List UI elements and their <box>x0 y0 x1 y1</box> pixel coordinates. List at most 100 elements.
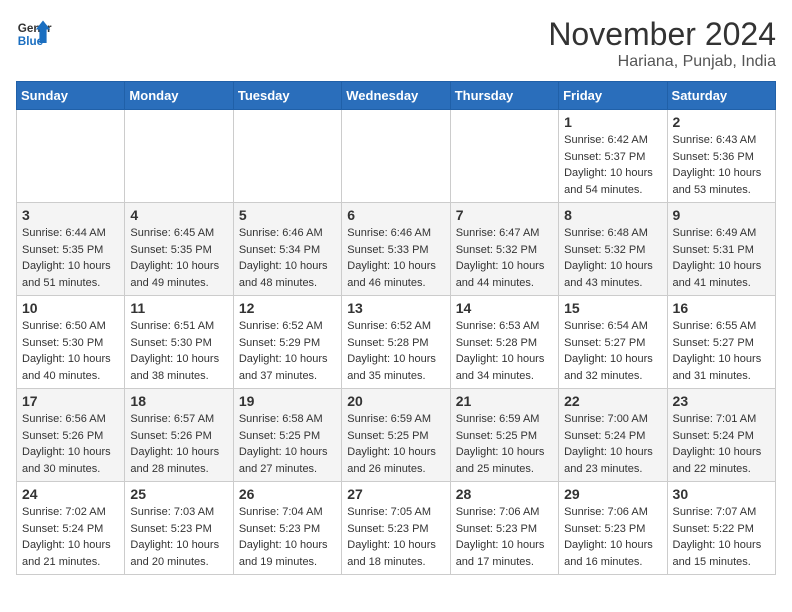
day-number: 28 <box>456 486 553 502</box>
day-number: 30 <box>673 486 770 502</box>
day-cell: 22Sunrise: 7:00 AM Sunset: 5:24 PM Dayli… <box>559 389 667 482</box>
day-cell: 19 Sunrise: 6:58 AM Sunset: 5:25 PM Dayli… <box>233 389 341 482</box>
day-info: Sunrise: 7:02 AM Sunset: 5:24 PM Dayligh… <box>22 504 119 570</box>
day-number: 20 <box>347 393 444 409</box>
day-number: 15 <box>564 300 661 316</box>
header-cell-friday: Friday <box>559 82 667 110</box>
day-info: Sunrise: 7:07 AM Sunset: 5:22 PM Dayligh… <box>673 504 770 570</box>
day-cell: 23 Sunrise: 7:01 AM Sunset: 5:24 PM Dayli… <box>667 389 775 482</box>
day-cell: 1 Sunrise: 6:42 AM Sunset: 5:37 PM Daylig… <box>559 110 667 203</box>
week-row-5: 24 Sunrise: 7:02 AM Sunset: 5:24 PM Dayli… <box>17 482 776 575</box>
day-info: Sunrise: 6:52 AM Sunset: 5:29 PM Dayligh… <box>239 318 336 384</box>
day-info: Sunrise: 6:46 AM Sunset: 5:33 PM Dayligh… <box>347 225 444 291</box>
day-number: 5 <box>239 207 336 223</box>
day-info: Sunrise: 6:49 AM Sunset: 5:31 PM Dayligh… <box>673 225 770 291</box>
day-cell: 11 Sunrise: 6:51 AM Sunset: 5:30 PM Dayli… <box>125 296 233 389</box>
day-number: 17 <box>22 393 119 409</box>
day-cell: 2 Sunrise: 6:43 AM Sunset: 5:36 PM Daylig… <box>667 110 775 203</box>
day-info: Sunrise: 6:57 AM Sunset: 5:26 PM Dayligh… <box>130 411 227 477</box>
day-number: 25 <box>130 486 227 502</box>
day-info: Sunrise: 6:42 AM Sunset: 5:37 PM Dayligh… <box>564 132 661 198</box>
day-cell: 24 Sunrise: 7:02 AM Sunset: 5:24 PM Dayli… <box>17 482 125 575</box>
day-number: 2 <box>673 114 770 130</box>
day-number: 6 <box>347 207 444 223</box>
day-number: 10 <box>22 300 119 316</box>
day-cell: 8 Sunrise: 6:48 AM Sunset: 5:32 PM Daylig… <box>559 203 667 296</box>
day-number: 9 <box>673 207 770 223</box>
day-cell <box>450 110 558 203</box>
week-row-4: 17 Sunrise: 6:56 AM Sunset: 5:26 PM Dayli… <box>17 389 776 482</box>
header-cell-saturday: Saturday <box>667 82 775 110</box>
day-number: 4 <box>130 207 227 223</box>
day-number: 24 <box>22 486 119 502</box>
header-cell-tuesday: Tuesday <box>233 82 341 110</box>
day-info: Sunrise: 6:55 AM Sunset: 5:27 PM Dayligh… <box>673 318 770 384</box>
day-info: Sunrise: 6:48 AM Sunset: 5:32 PM Dayligh… <box>564 225 661 291</box>
day-number: 1 <box>564 114 661 130</box>
day-cell: 13 Sunrise: 6:52 AM Sunset: 5:28 PM Dayli… <box>342 296 450 389</box>
header-row: SundayMondayTuesdayWednesdayThursdayFrid… <box>17 82 776 110</box>
day-info: Sunrise: 7:00 AM Sunset: 5:24 PM Dayligh… <box>564 411 661 477</box>
header-cell-wednesday: Wednesday <box>342 82 450 110</box>
day-cell: 4 Sunrise: 6:45 AM Sunset: 5:35 PM Daylig… <box>125 203 233 296</box>
day-number: 29 <box>564 486 661 502</box>
day-number: 16 <box>673 300 770 316</box>
day-number: 13 <box>347 300 444 316</box>
calendar-table: SundayMondayTuesdayWednesdayThursdayFrid… <box>16 81 776 575</box>
day-cell: 5 Sunrise: 6:46 AM Sunset: 5:34 PM Daylig… <box>233 203 341 296</box>
day-cell: 17 Sunrise: 6:56 AM Sunset: 5:26 PM Dayli… <box>17 389 125 482</box>
day-number: 19 <box>239 393 336 409</box>
day-number: 8 <box>564 207 661 223</box>
day-info: Sunrise: 6:59 AM Sunset: 5:25 PM Dayligh… <box>347 411 444 477</box>
day-info: Sunrise: 7:06 AM Sunset: 5:23 PM Dayligh… <box>456 504 553 570</box>
day-cell: 21Sunrise: 6:59 AM Sunset: 5:25 PM Dayli… <box>450 389 558 482</box>
day-cell <box>17 110 125 203</box>
calendar-body: 1 Sunrise: 6:42 AM Sunset: 5:37 PM Daylig… <box>17 110 776 575</box>
header-cell-thursday: Thursday <box>450 82 558 110</box>
day-cell <box>342 110 450 203</box>
day-info: Sunrise: 7:06 AM Sunset: 5:23 PM Dayligh… <box>564 504 661 570</box>
day-cell: 27 Sunrise: 7:05 AM Sunset: 5:23 PM Dayli… <box>342 482 450 575</box>
header: General Blue November 2024 Hariana, Punj… <box>16 16 776 71</box>
day-number: 14 <box>456 300 553 316</box>
day-info: Sunrise: 7:05 AM Sunset: 5:23 PM Dayligh… <box>347 504 444 570</box>
week-row-3: 10Sunrise: 6:50 AM Sunset: 5:30 PM Dayli… <box>17 296 776 389</box>
day-cell: 12 Sunrise: 6:52 AM Sunset: 5:29 PM Dayli… <box>233 296 341 389</box>
day-info: Sunrise: 6:58 AM Sunset: 5:25 PM Dayligh… <box>239 411 336 477</box>
day-info: Sunrise: 6:45 AM Sunset: 5:35 PM Dayligh… <box>130 225 227 291</box>
day-number: 23 <box>673 393 770 409</box>
week-row-2: 3Sunrise: 6:44 AM Sunset: 5:35 PM Daylig… <box>17 203 776 296</box>
day-info: Sunrise: 6:43 AM Sunset: 5:36 PM Dayligh… <box>673 132 770 198</box>
month-title: November 2024 <box>548 16 776 53</box>
day-info: Sunrise: 6:46 AM Sunset: 5:34 PM Dayligh… <box>239 225 336 291</box>
day-number: 12 <box>239 300 336 316</box>
day-info: Sunrise: 6:56 AM Sunset: 5:26 PM Dayligh… <box>22 411 119 477</box>
day-info: Sunrise: 7:03 AM Sunset: 5:23 PM Dayligh… <box>130 504 227 570</box>
day-cell: 30 Sunrise: 7:07 AM Sunset: 5:22 PM Dayli… <box>667 482 775 575</box>
day-info: Sunrise: 6:47 AM Sunset: 5:32 PM Dayligh… <box>456 225 553 291</box>
day-cell: 6 Sunrise: 6:46 AM Sunset: 5:33 PM Daylig… <box>342 203 450 296</box>
day-cell: 18 Sunrise: 6:57 AM Sunset: 5:26 PM Dayli… <box>125 389 233 482</box>
day-cell: 26 Sunrise: 7:04 AM Sunset: 5:23 PM Dayli… <box>233 482 341 575</box>
day-info: Sunrise: 6:54 AM Sunset: 5:27 PM Dayligh… <box>564 318 661 384</box>
day-cell: 14 Sunrise: 6:53 AM Sunset: 5:28 PM Dayli… <box>450 296 558 389</box>
day-cell: 20 Sunrise: 6:59 AM Sunset: 5:25 PM Dayli… <box>342 389 450 482</box>
day-number: 18 <box>130 393 227 409</box>
day-info: Sunrise: 7:01 AM Sunset: 5:24 PM Dayligh… <box>673 411 770 477</box>
day-number: 3 <box>22 207 119 223</box>
day-cell: 15 Sunrise: 6:54 AM Sunset: 5:27 PM Dayli… <box>559 296 667 389</box>
day-info: Sunrise: 6:51 AM Sunset: 5:30 PM Dayligh… <box>130 318 227 384</box>
day-cell <box>233 110 341 203</box>
day-info: Sunrise: 7:04 AM Sunset: 5:23 PM Dayligh… <box>239 504 336 570</box>
day-cell: 29 Sunrise: 7:06 AM Sunset: 5:23 PM Dayli… <box>559 482 667 575</box>
day-number: 26 <box>239 486 336 502</box>
day-number: 27 <box>347 486 444 502</box>
header-cell-sunday: Sunday <box>17 82 125 110</box>
day-number: 11 <box>130 300 227 316</box>
day-info: Sunrise: 6:53 AM Sunset: 5:28 PM Dayligh… <box>456 318 553 384</box>
day-number: 7 <box>456 207 553 223</box>
day-info: Sunrise: 6:52 AM Sunset: 5:28 PM Dayligh… <box>347 318 444 384</box>
logo-icon: General Blue <box>16 16 52 52</box>
day-cell: 28 Sunrise: 7:06 AM Sunset: 5:23 PM Dayli… <box>450 482 558 575</box>
day-cell: 16 Sunrise: 6:55 AM Sunset: 5:27 PM Dayli… <box>667 296 775 389</box>
